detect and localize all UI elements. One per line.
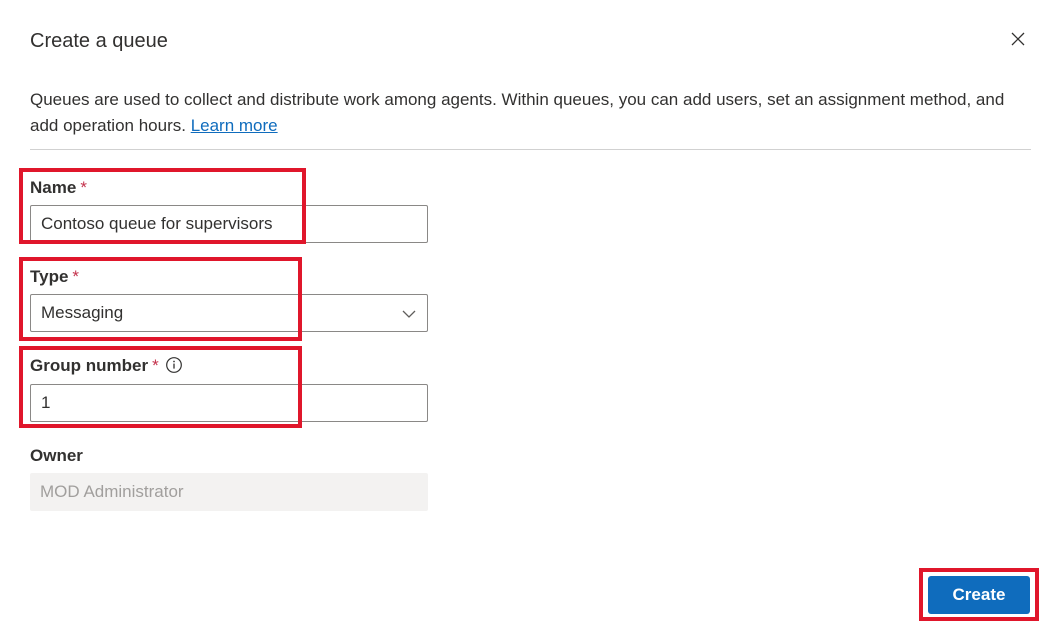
description-text: Queues are used to collect and distribut… <box>30 90 1005 135</box>
owner-input: MOD Administrator <box>30 473 428 511</box>
type-label-text: Type <box>30 267 69 286</box>
create-queue-dialog: Create a queue Queues are used to collec… <box>0 0 1064 637</box>
create-button[interactable]: Create <box>928 576 1030 614</box>
group-number-input-value: 1 <box>41 393 51 412</box>
type-dropdown[interactable]: Messaging <box>30 294 428 332</box>
group-number-label: Group number * <box>30 356 183 376</box>
group-number-label-text: Group number <box>30 356 149 375</box>
name-input[interactable]: Contoso queue for supervisors <box>30 205 428 243</box>
owner-input-value: MOD Administrator <box>40 482 184 501</box>
chevron-down-icon <box>402 310 416 318</box>
required-marker: * <box>152 356 159 375</box>
dialog-title: Create a queue <box>30 30 168 52</box>
owner-label-text: Owner <box>30 446 83 465</box>
divider <box>30 149 1031 150</box>
group-number-input[interactable]: 1 <box>30 384 428 422</box>
name-input-value: Contoso queue for supervisors <box>41 214 273 233</box>
name-label-text: Name <box>30 178 77 197</box>
dialog-description: Queues are used to collect and distribut… <box>30 87 1030 139</box>
required-marker: * <box>72 267 80 286</box>
type-dropdown-value: Messaging <box>41 303 124 322</box>
info-icon[interactable] <box>165 356 183 374</box>
name-label: Name * <box>30 178 87 198</box>
type-label: Type * <box>30 267 79 287</box>
close-icon <box>1011 32 1025 46</box>
owner-label: Owner <box>30 446 83 466</box>
close-button[interactable] <box>1006 27 1030 51</box>
required-marker: * <box>80 178 87 197</box>
learn-more-link[interactable]: Learn more <box>191 116 278 135</box>
